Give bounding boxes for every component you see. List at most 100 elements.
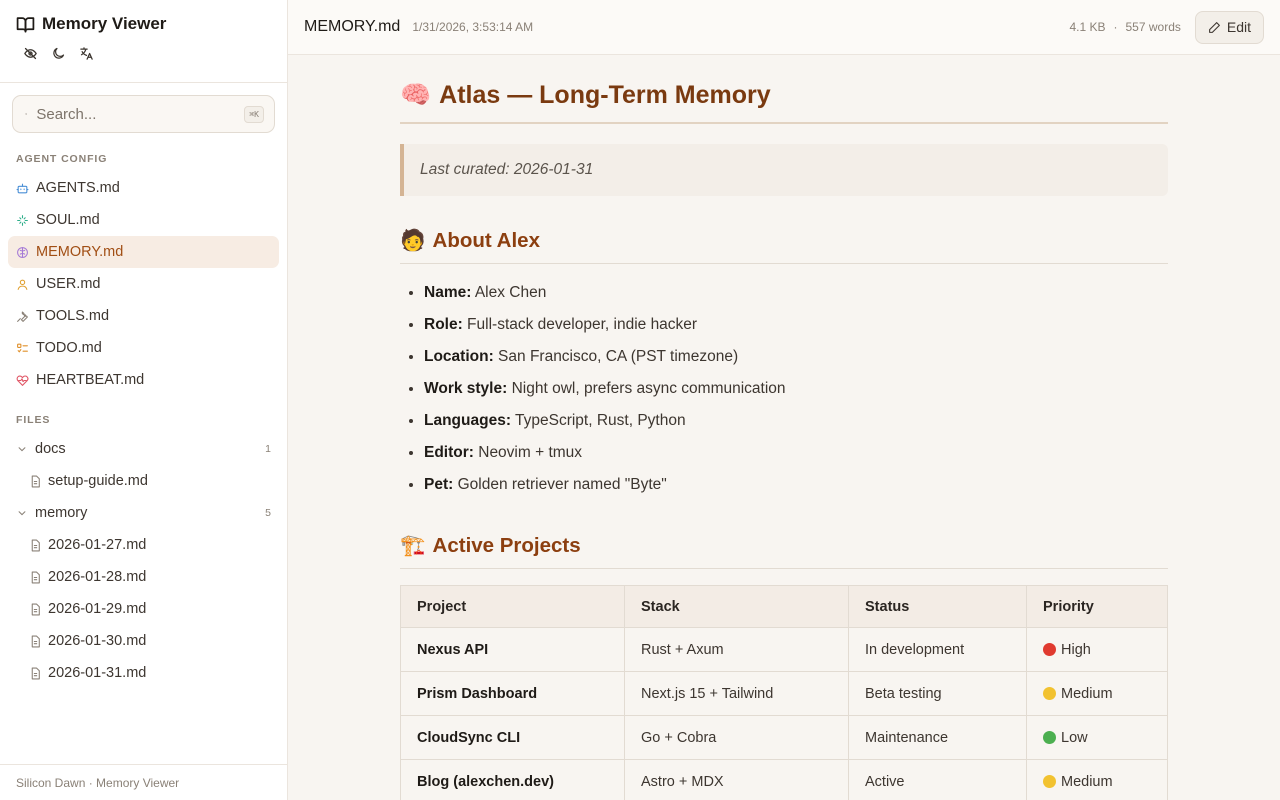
files-section-label: FILES: [16, 414, 51, 426]
list-item-value: Full-stack developer, indie hacker: [462, 316, 698, 333]
pencil-icon: [1208, 21, 1220, 33]
modified-date: 1/31/2026, 3:53:14 AM: [412, 20, 534, 34]
sidebar-item-soul[interactable]: SOUL.md: [8, 204, 279, 236]
list-item: Pet: Golden retriever named "Byte": [424, 469, 1168, 501]
moon-icon[interactable]: [50, 45, 66, 61]
priority-cell: Medium: [1026, 759, 1168, 800]
chevron-down-icon: [18, 447, 26, 452]
column-header: Status: [848, 585, 1027, 628]
blockquote: Last curated: 2026-01-31: [400, 144, 1168, 196]
file-icon: [31, 667, 40, 679]
list-item-value: Neovim + tmux: [473, 444, 583, 461]
document-content: 🧠 Atlas — Long-Term Memory Last curated:…: [288, 55, 1280, 800]
sidebar-item-label: TOOLS.md: [36, 308, 110, 324]
list-item-key: Work style:: [424, 380, 508, 397]
file-icon: [31, 571, 40, 583]
status-cell: Active: [848, 759, 1027, 800]
list-item: Editor: Neovim + tmux: [424, 437, 1168, 469]
yellow-circle-icon: [1043, 774, 1056, 788]
file-icon: [31, 635, 40, 647]
folder-name: docs: [35, 441, 66, 457]
project-cell: Blog (alexchen.dev): [400, 759, 625, 800]
list-item-key: Languages:: [424, 412, 511, 429]
sidebar-item-agents[interactable]: AGENTS.md: [8, 172, 279, 204]
checklist-icon: [17, 343, 28, 353]
list-item-key: Name:: [424, 284, 472, 301]
robot-icon: [16, 183, 29, 193]
status-cell: Beta testing: [848, 671, 1027, 716]
search-box[interactable]: ⌘K: [12, 95, 275, 133]
green-circle-icon: [1043, 730, 1056, 744]
list-item-key: Pet:: [424, 476, 454, 493]
column-header: Project: [400, 585, 625, 628]
app-title: Memory Viewer: [16, 14, 271, 34]
file-icon: [31, 539, 40, 551]
priority-cell: Medium: [1026, 671, 1168, 716]
file-meta: 4.1 KB · 557 words: [1069, 20, 1180, 34]
search-shortcut-badge: ⌘K: [244, 105, 264, 123]
file-name: 2026-01-28.md: [48, 569, 147, 585]
sidebar-item-memory[interactable]: MEMORY.md: [8, 236, 279, 268]
heart-pulse-icon: [16, 374, 29, 386]
file-icon: [31, 603, 40, 615]
file-item[interactable]: 2026-01-29.md: [8, 593, 279, 625]
column-header: Priority: [1026, 585, 1168, 628]
sidebar-item-label: HEARTBEAT.md: [36, 372, 145, 388]
priority-cell: High: [1026, 627, 1168, 672]
file-name: setup-guide.md: [48, 473, 148, 489]
sidebar-item-tools[interactable]: TOOLS.md: [8, 300, 279, 332]
folder-name: memory: [35, 505, 88, 521]
list-item-value: San Francisco, CA (PST timezone): [493, 348, 739, 365]
stack-cell: Next.js 15 + Tailwind: [624, 671, 849, 716]
project-cell: Nexus API: [400, 627, 625, 672]
markdown-document: 🧠 Atlas — Long-Term Memory Last curated:…: [400, 55, 1168, 800]
document-title: 🧠 Atlas — Long-Term Memory: [400, 80, 1168, 124]
file-item[interactable]: 2026-01-28.md: [8, 561, 279, 593]
wrench-icon: [17, 310, 28, 322]
word-count: 557 words: [1125, 20, 1181, 34]
sidebar-item-label: MEMORY.md: [36, 244, 124, 260]
table-header-row: Project Stack Status Priority: [400, 585, 1168, 628]
about-list: Name: Alex Chen Role: Full-stack develop…: [400, 277, 1168, 501]
file-item[interactable]: 2026-01-27.md: [8, 529, 279, 561]
translate-icon[interactable]: [78, 45, 94, 61]
folder-memory[interactable]: memory 5: [8, 497, 279, 529]
priority-label: Medium: [1061, 685, 1113, 702]
list-item-value: Alex Chen: [471, 284, 547, 301]
file-item[interactable]: setup-guide.md: [8, 465, 279, 497]
projects-heading: 🏗️ Active Projects: [400, 533, 1168, 569]
list-item-key: Editor:: [424, 444, 474, 461]
about-heading-text: About Alex: [432, 228, 540, 252]
search-input[interactable]: [36, 105, 236, 123]
sidebar: Memory Viewer ⌘K AGENT CONFIG AGENTS.md …: [0, 0, 288, 800]
current-filename: MEMORY.md: [304, 18, 401, 35]
folder-count: 5: [265, 507, 271, 519]
file-item[interactable]: 2026-01-31.md: [8, 657, 279, 689]
priority-label: Medium: [1061, 773, 1113, 790]
table-row: CloudSync CLI Go + Cobra Maintenance Low: [400, 715, 1168, 760]
meta-separator: ·: [1113, 20, 1118, 34]
file-name: 2026-01-31.md: [48, 665, 147, 681]
sidebar-toolbar: [16, 45, 271, 61]
stack-cell: Rust + Axum: [624, 627, 849, 672]
person-emoji-icon: 🧑: [400, 228, 426, 252]
stack-cell: Go + Cobra: [624, 715, 849, 760]
eye-off-icon[interactable]: [22, 45, 38, 61]
column-header: Stack: [624, 585, 849, 628]
sidebar-item-user[interactable]: USER.md: [8, 268, 279, 300]
status-cell: Maintenance: [848, 715, 1027, 760]
folder-count: 1: [265, 443, 271, 455]
list-item-value: Golden retriever named "Byte": [453, 476, 667, 493]
sidebar-item-todo[interactable]: TODO.md: [8, 332, 279, 364]
file-item[interactable]: 2026-01-30.md: [8, 625, 279, 657]
sparkle-icon: [17, 214, 28, 226]
sidebar-item-heartbeat[interactable]: HEARTBEAT.md: [8, 364, 279, 396]
status-cell: In development: [848, 627, 1027, 672]
list-item-value: TypeScript, Rust, Python: [510, 412, 686, 429]
folder-docs[interactable]: docs 1: [8, 433, 279, 465]
list-item: Role: Full-stack developer, indie hacker: [424, 309, 1168, 341]
sidebar-item-label: SOUL.md: [36, 212, 100, 228]
priority-cell: Low: [1026, 715, 1168, 760]
list-item-value: Night owl, prefers async communication: [507, 380, 786, 397]
edit-button[interactable]: Edit: [1194, 10, 1264, 44]
